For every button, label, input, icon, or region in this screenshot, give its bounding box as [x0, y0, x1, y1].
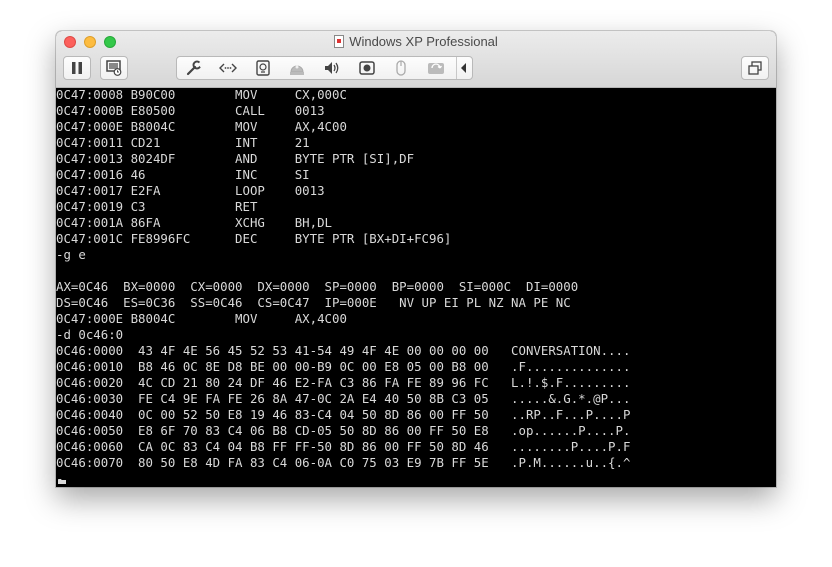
- console-line: 0C47:0019 C3 RET: [56, 199, 258, 214]
- fullscreen-toggle-button[interactable]: [741, 56, 769, 80]
- pause-icon: [72, 62, 82, 74]
- console-line: -d 0c46:0: [56, 327, 124, 342]
- vm-window: Windows XP Professional 0C47:0008 B90C00…: [56, 31, 776, 487]
- console-line: 0C46:0040 0C 00 52 50 E8 19 46 83-C4 04 …: [56, 407, 631, 422]
- console-line: 0C46:0030 FE C4 9E FA FE 26 8A 47-0C 2A …: [56, 391, 631, 406]
- fullscreen-windows-icon: [748, 61, 762, 75]
- console-line: 0C47:0011 CD21 INT 21: [56, 135, 310, 150]
- toolbar-divider: [456, 57, 457, 79]
- window-title: Windows XP Professional: [56, 34, 776, 49]
- console-line: 0C47:001A 86FA XCHG BH,DL: [56, 215, 333, 230]
- wrench-icon[interactable]: [185, 60, 203, 76]
- console-line: 0C47:0008 B90C00 MOV CX,000C: [56, 88, 347, 102]
- vm-document-icon: [334, 35, 345, 48]
- console-line: 0C46:0050 E8 6F 70 83 C4 06 B8 CD-05 50 …: [56, 423, 631, 438]
- pause-button[interactable]: [63, 56, 91, 80]
- console-line: 0C46:0000 43 4F 4E 56 45 52 53 41-54 49 …: [56, 343, 631, 358]
- shared-folders-icon[interactable]: [427, 60, 445, 76]
- collapse-chevron-icon[interactable]: [458, 60, 470, 76]
- cd-drive-icon[interactable]: [288, 60, 306, 76]
- sound-icon[interactable]: [323, 60, 341, 76]
- console-line: 0C47:0016 46 INC SI: [56, 167, 310, 182]
- hard-disk-icon[interactable]: [254, 60, 272, 76]
- console-line: 0C46:0010 B8 46 0C 8E D8 BE 00 00-B9 0C …: [56, 359, 631, 374]
- console-line: 0C47:001C FE8996FC DEC BYTE PTR [BX+DI+F…: [56, 231, 452, 246]
- console-line: 0C47:000E B8004C MOV AX,4C00: [56, 311, 347, 326]
- console-line: 0C46:0020 4C CD 21 80 24 DF 46 E2-FA C3 …: [56, 375, 631, 390]
- text-cursor: [58, 480, 66, 484]
- device-toolbar: [176, 56, 473, 80]
- camera-icon[interactable]: [358, 60, 376, 76]
- usb-mouse-icon[interactable]: [392, 60, 410, 76]
- title-bar[interactable]: Windows XP Professional: [56, 31, 776, 88]
- console-line: DS=0C46 ES=0C36 SS=0C46 CS=0C47 IP=000E …: [56, 295, 571, 310]
- dos-console-screen[interactable]: 0C47:0008 B90C00 MOV CX,000C 0C47:000B E…: [56, 88, 776, 487]
- console-line: 0C47:000B E80500 CALL 0013: [56, 103, 325, 118]
- snapshot-icon: [106, 60, 122, 76]
- console-line: 0C46:0070 80 50 E8 4D FA 83 C4 06-0A C0 …: [56, 455, 631, 470]
- console-line: 0C47:0017 E2FA LOOP 0013: [56, 183, 325, 198]
- command-prompt: -: [56, 471, 64, 486]
- console-line: -g e: [56, 247, 86, 262]
- snapshot-button[interactable]: [100, 56, 128, 80]
- console-line: 0C46:0060 CA 0C 83 C4 04 B8 FF FF-50 8D …: [56, 439, 631, 454]
- console-line: 0C47:000E B8004C MOV AX,4C00: [56, 119, 347, 134]
- network-icon[interactable]: [219, 60, 237, 76]
- console-line: 0C47:0013 8024DF AND BYTE PTR [SI],DF: [56, 151, 415, 166]
- console-line: AX=0C46 BX=0000 CX=0000 DX=0000 SP=0000 …: [56, 279, 579, 294]
- window-title-text: Windows XP Professional: [349, 34, 498, 49]
